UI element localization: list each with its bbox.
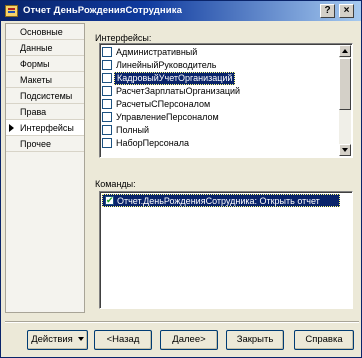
interface-label: РасчетыСПерсоналом: [116, 99, 211, 109]
close-button[interactable]: Закрыть: [226, 330, 284, 350]
command-checkbox[interactable]: [105, 194, 114, 206]
nav-item-label: Основные: [20, 27, 63, 37]
interface-label: Полный: [116, 125, 149, 135]
interface-label: ЛинейныйРуководитель: [116, 60, 217, 70]
interface-label: Административный: [116, 47, 198, 57]
help-label: Справка: [305, 334, 343, 345]
actions-label: Действия: [31, 334, 73, 345]
dialog-window: Отчет ДеньРожденияСотрудника ? × Основны…: [0, 0, 362, 358]
interface-label: РасчетЗарплатыОрганизаций: [116, 86, 241, 96]
interface-checkbox[interactable]: [102, 112, 112, 122]
nav-item-rights[interactable]: Права: [6, 104, 84, 120]
nav-item-data[interactable]: Данные: [6, 40, 84, 56]
commands-list[interactable]: Отчет.ДеньРожденияСотрудника: Открыть от…: [99, 191, 353, 309]
footer-divider: [5, 321, 359, 323]
scroll-up-icon[interactable]: [339, 45, 351, 57]
window-title: Отчет ДеньРожденияСотрудника: [23, 5, 182, 16]
commands-label: Команды:: [95, 179, 136, 189]
nav-item-other[interactable]: Прочее: [6, 136, 84, 152]
back-button[interactable]: <Назад: [94, 330, 152, 350]
nav-item-subsystems[interactable]: Подсистемы: [6, 88, 84, 104]
section-nav: Основные Данные Формы Макеты Подсистемы …: [5, 23, 85, 313]
nav-item-label: Прочее: [20, 139, 51, 149]
nav-item-forms[interactable]: Формы: [6, 56, 84, 72]
nav-item-main[interactable]: Основные: [6, 24, 84, 40]
nav-item-label: Подсистемы: [20, 91, 73, 101]
interface-checkbox[interactable]: [102, 73, 112, 83]
next-label: Далее>: [172, 334, 206, 345]
actions-menu-button[interactable]: Действия: [27, 330, 88, 350]
back-label: <Назад: [106, 334, 140, 345]
report-icon: [5, 5, 18, 17]
interfaces-list[interactable]: Административный ЛинейныйРуководитель Ка…: [99, 43, 353, 158]
scroll-thumb[interactable]: [339, 58, 351, 110]
interface-label: НаборПерсонала: [116, 138, 189, 148]
nav-item-templates[interactable]: Макеты: [6, 72, 84, 88]
interface-checkbox[interactable]: [102, 138, 112, 148]
help-title-button[interactable]: ?: [320, 4, 335, 18]
interface-checkbox[interactable]: [102, 86, 112, 96]
close-label: Закрыть: [236, 334, 274, 345]
next-button[interactable]: Далее>: [160, 330, 218, 350]
nav-item-label: Данные: [20, 43, 53, 53]
command-label: Отчет.ДеньРожденияСотрудника: Открыть от…: [117, 196, 320, 206]
nav-item-label: Интерфейсы: [20, 123, 74, 133]
interface-label: УправлениеПерсоналом: [116, 112, 219, 122]
nav-item-label: Формы: [20, 59, 50, 69]
help-button[interactable]: Справка: [294, 330, 354, 350]
interface-checkbox[interactable]: [102, 125, 112, 135]
title-bar[interactable]: Отчет ДеньРожденияСотрудника ? ×: [1, 1, 361, 21]
interfaces-label: Интерфейсы:: [95, 33, 152, 43]
scroll-down-icon[interactable]: [339, 144, 351, 156]
current-section-arrow-icon: [9, 124, 14, 132]
interface-checkbox[interactable]: [102, 47, 112, 57]
interface-checkbox[interactable]: [102, 60, 112, 70]
interface-label: КадровыйУчетОрганизаций: [114, 72, 236, 85]
command-item-selected[interactable]: Отчет.ДеньРожденияСотрудника: Открыть от…: [102, 194, 340, 207]
nav-item-label: Макеты: [20, 75, 52, 85]
interface-checkbox[interactable]: [102, 99, 112, 109]
interfaces-scrollbar[interactable]: [339, 45, 351, 156]
interfaces-page: Интерфейсы: Административный ЛинейныйРук…: [91, 27, 359, 313]
close-title-button[interactable]: ×: [339, 4, 354, 18]
nav-item-interfaces[interactable]: Интерфейсы: [6, 120, 84, 136]
chevron-down-icon: [77, 337, 84, 341]
nav-item-label: Права: [20, 107, 47, 117]
